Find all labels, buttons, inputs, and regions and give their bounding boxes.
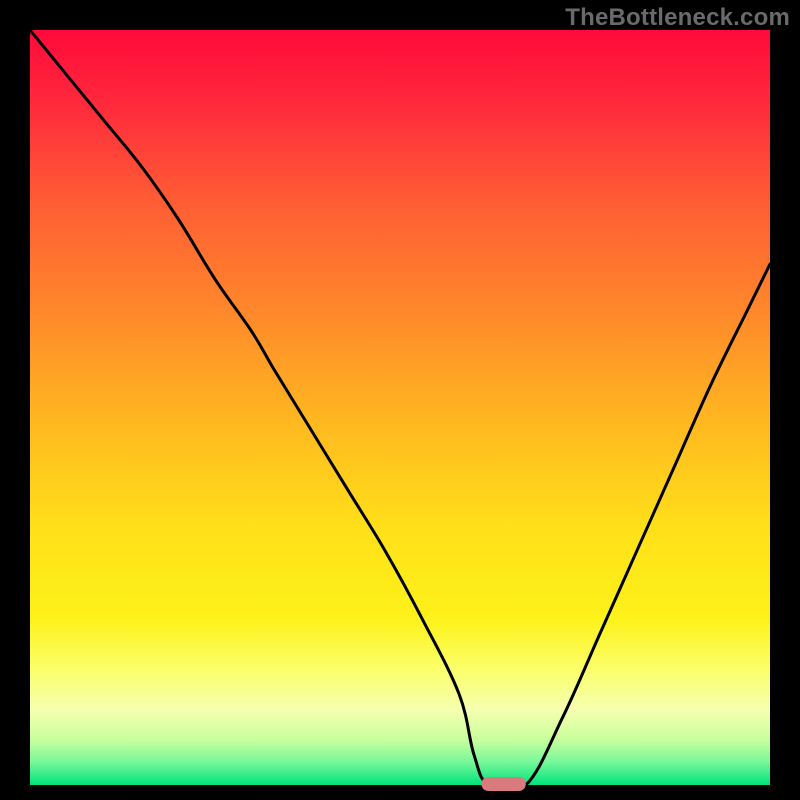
optimal-point-marker	[481, 777, 525, 791]
watermark-text: TheBottleneck.com	[565, 4, 790, 32]
chart-container: TheBottleneck.com	[0, 0, 800, 800]
bottleneck-chart	[0, 0, 800, 800]
chart-gradient-background	[30, 30, 770, 785]
